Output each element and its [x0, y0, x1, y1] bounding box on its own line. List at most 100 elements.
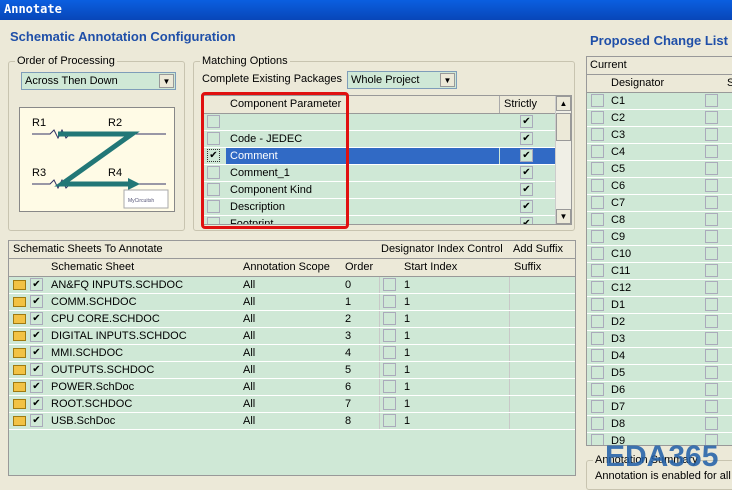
proposed-row[interactable]: D4 [587, 348, 732, 365]
proposed-checkbox-2[interactable] [705, 400, 718, 413]
sheet-enable-checkbox[interactable]: ✔ [30, 363, 43, 376]
sheet-row[interactable]: ✔ USB.SchDoc All 8 1 [9, 413, 575, 430]
scroll-thumb[interactable] [556, 113, 571, 141]
proposed-checkbox[interactable] [591, 315, 604, 328]
proposed-checkbox-2[interactable] [705, 349, 718, 362]
proposed-checkbox[interactable] [591, 366, 604, 379]
proposed-row[interactable]: C4 [587, 144, 732, 161]
proposed-checkbox-2[interactable] [705, 179, 718, 192]
proposed-checkbox-2[interactable] [705, 383, 718, 396]
start-index[interactable]: 1 [404, 364, 410, 376]
proposed-checkbox-2[interactable] [705, 264, 718, 277]
scrollbar[interactable]: ▲ ▼ [555, 96, 571, 224]
index-control-checkbox[interactable] [383, 312, 396, 325]
proposed-checkbox[interactable] [591, 213, 604, 226]
start-index[interactable]: 1 [404, 279, 410, 291]
start-index[interactable]: 1 [404, 313, 410, 325]
proposed-row[interactable]: C5 [587, 161, 732, 178]
proposed-checkbox[interactable] [591, 383, 604, 396]
annotation-scope[interactable]: All [243, 313, 255, 325]
strictly-checkbox[interactable]: ✔ [520, 149, 533, 162]
proposed-row[interactable]: D3 [587, 331, 732, 348]
strictly-checkbox[interactable]: ✔ [520, 115, 533, 128]
proposed-row[interactable]: C10 [587, 246, 732, 263]
sheet-enable-checkbox[interactable]: ✔ [30, 346, 43, 359]
proposed-row[interactable]: D2 [587, 314, 732, 331]
proposed-checkbox[interactable] [591, 400, 604, 413]
chevron-down-icon[interactable]: ▼ [440, 73, 455, 87]
proposed-checkbox[interactable] [591, 162, 604, 175]
strictly-checkbox[interactable]: ✔ [520, 217, 533, 224]
index-control-checkbox[interactable] [383, 414, 396, 427]
start-index[interactable]: 1 [404, 381, 410, 393]
proposed-row[interactable]: D5 [587, 365, 732, 382]
col-schematic-sheet[interactable]: Schematic Sheet [51, 261, 134, 273]
proposed-checkbox-2[interactable] [705, 298, 718, 311]
strictly-checkbox[interactable]: ✔ [520, 132, 533, 145]
annotation-scope[interactable]: All [243, 381, 255, 393]
proposed-row[interactable]: C8 [587, 212, 732, 229]
annotation-scope[interactable]: All [243, 296, 255, 308]
proposed-checkbox-2[interactable] [705, 230, 718, 243]
index-control-checkbox[interactable] [383, 363, 396, 376]
proposed-checkbox-2[interactable] [705, 366, 718, 379]
index-control-checkbox[interactable] [383, 278, 396, 291]
annotation-scope[interactable]: All [243, 279, 255, 291]
sheet-row[interactable]: ✔ CPU CORE.SCHDOC All 2 1 [9, 311, 575, 328]
proposed-checkbox[interactable] [591, 434, 604, 445]
proposed-row[interactable]: C9 [587, 229, 732, 246]
proposed-checkbox[interactable] [591, 281, 604, 294]
sheet-enable-checkbox[interactable]: ✔ [30, 278, 43, 291]
index-control-checkbox[interactable] [383, 295, 396, 308]
scroll-up-icon[interactable]: ▲ [556, 96, 571, 111]
proposed-checkbox-2[interactable] [705, 213, 718, 226]
index-control-checkbox[interactable] [383, 346, 396, 359]
strictly-checkbox[interactable]: ✔ [520, 183, 533, 196]
proposed-checkbox-2[interactable] [705, 196, 718, 209]
proposed-checkbox-2[interactable] [705, 247, 718, 260]
sheet-row[interactable]: ✔ ROOT.SCHDOC All 7 1 [9, 396, 575, 413]
col-suffix[interactable]: Suffix [514, 261, 541, 273]
proposed-checkbox[interactable] [591, 264, 604, 277]
sheet-row[interactable]: ✔ AN&FQ INPUTS.SCHDOC All 0 1 [9, 277, 575, 294]
proposed-checkbox-2[interactable] [705, 315, 718, 328]
proposed-checkbox-2[interactable] [705, 94, 718, 107]
col-designator[interactable]: Designator [611, 77, 664, 89]
sheet-enable-checkbox[interactable]: ✔ [30, 329, 43, 342]
strictly-checkbox[interactable]: ✔ [520, 200, 533, 213]
sheet-row[interactable]: ✔ MMI.SCHDOC All 4 1 [9, 345, 575, 362]
proposed-checkbox[interactable] [591, 332, 604, 345]
sheet-enable-checkbox[interactable]: ✔ [30, 397, 43, 410]
sheet-row[interactable]: ✔ OUTPUTS.SCHDOC All 5 1 [9, 362, 575, 379]
sheet-row[interactable]: ✔ COMM.SCHDOC All 1 1 [9, 294, 575, 311]
proposed-checkbox-2[interactable] [705, 111, 718, 124]
proposed-checkbox[interactable] [591, 298, 604, 311]
annotation-scope[interactable]: All [243, 364, 255, 376]
sheet-enable-checkbox[interactable]: ✔ [30, 380, 43, 393]
proposed-row[interactable]: D7 [587, 399, 732, 416]
col-annotation-scope[interactable]: Annotation Scope [243, 261, 330, 273]
index-control-checkbox[interactable] [383, 329, 396, 342]
annotation-scope[interactable]: All [243, 398, 255, 410]
proposed-row[interactable]: D6 [587, 382, 732, 399]
sheet-enable-checkbox[interactable]: ✔ [30, 312, 43, 325]
proposed-checkbox[interactable] [591, 128, 604, 141]
proposed-checkbox[interactable] [591, 179, 604, 192]
proposed-checkbox[interactable] [591, 349, 604, 362]
proposed-checkbox-2[interactable] [705, 145, 718, 158]
proposed-row[interactable]: C11 [587, 263, 732, 280]
col-s[interactable]: S [727, 77, 732, 89]
proposed-checkbox[interactable] [591, 145, 604, 158]
sheet-enable-checkbox[interactable]: ✔ [30, 295, 43, 308]
proposed-checkbox[interactable] [591, 111, 604, 124]
start-index[interactable]: 1 [404, 330, 410, 342]
start-index[interactable]: 1 [404, 347, 410, 359]
strictly-checkbox[interactable]: ✔ [520, 166, 533, 179]
proposed-checkbox[interactable] [591, 417, 604, 430]
proposed-row[interactable]: C1 [587, 93, 732, 110]
start-index[interactable]: 1 [404, 415, 410, 427]
sheet-row[interactable]: ✔ DIGITAL INPUTS.SCHDOC All 3 1 [9, 328, 575, 345]
proposed-row[interactable]: C7 [587, 195, 732, 212]
col-order[interactable]: Order [345, 261, 373, 273]
proposed-row[interactable]: D8 [587, 416, 732, 433]
